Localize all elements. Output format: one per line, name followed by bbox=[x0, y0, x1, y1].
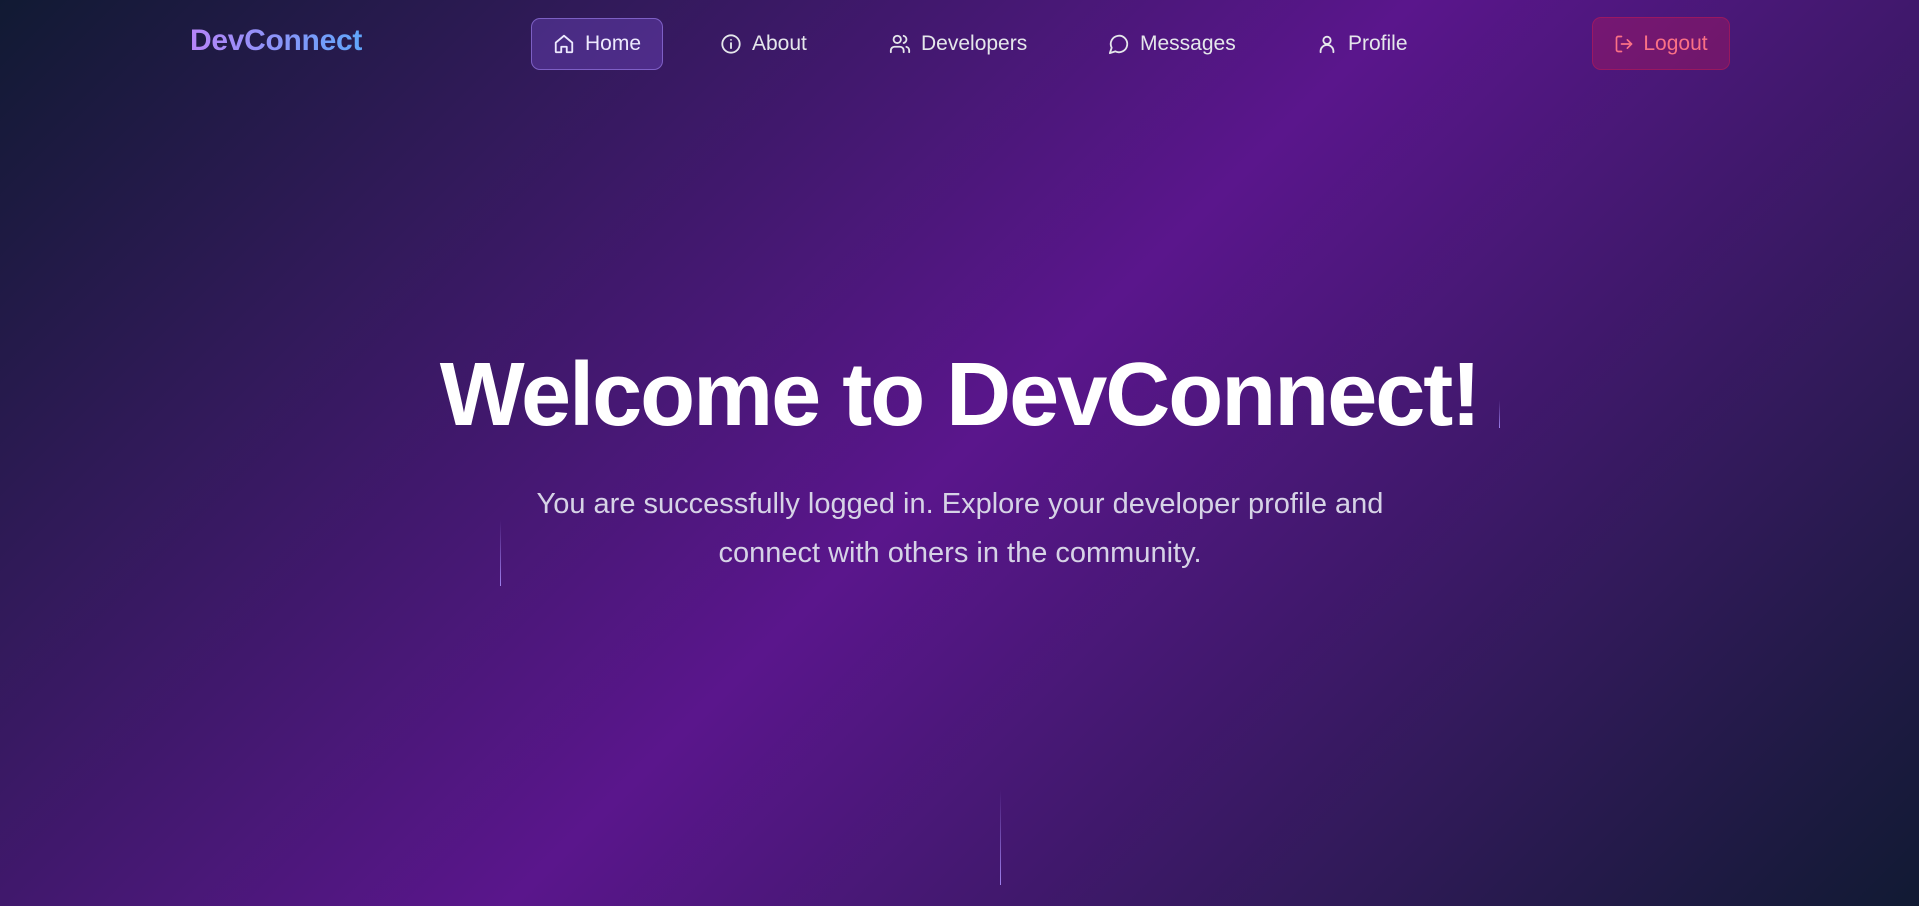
home-icon bbox=[554, 34, 574, 54]
decorative-light-streak bbox=[500, 520, 501, 586]
nav-item-label: Home bbox=[585, 32, 642, 55]
top-navbar: DevConnect Home About Developers Message… bbox=[0, 0, 1919, 86]
decorative-light-streak bbox=[1000, 790, 1001, 885]
users-icon bbox=[889, 34, 911, 54]
hero-subtitle-line: connect with others in the community. bbox=[718, 537, 1202, 569]
nav-item-home[interactable]: Home bbox=[531, 18, 664, 70]
hero-subtitle-line: You are successfully logged in. Explore … bbox=[536, 488, 1384, 520]
brand-logo[interactable]: DevConnect bbox=[190, 24, 362, 58]
nav-item-profile[interactable]: Profile bbox=[1295, 18, 1429, 70]
nav-item-about[interactable]: About bbox=[699, 18, 828, 70]
nav-item-label: Messages bbox=[1140, 32, 1236, 55]
nav-item-developers[interactable]: Developers bbox=[868, 18, 1048, 70]
decorative-light-streak bbox=[1499, 400, 1500, 428]
info-icon bbox=[721, 34, 741, 54]
nav-item-label: Developers bbox=[921, 32, 1028, 55]
logout-icon bbox=[1616, 35, 1633, 52]
nav-item-label: Profile bbox=[1348, 32, 1408, 55]
user-icon bbox=[1319, 35, 1335, 54]
logout-label: Logout bbox=[1643, 31, 1708, 55]
hero-subtitle: You are successfully logged in. Explore … bbox=[500, 480, 1420, 578]
nav-item-messages[interactable]: Messages bbox=[1087, 18, 1257, 70]
message-circle-icon bbox=[1108, 34, 1129, 55]
nav-item-label: About bbox=[752, 32, 807, 55]
hero-title: Welcome to DevConnect! bbox=[439, 345, 1482, 445]
logout-button[interactable]: Logout bbox=[1592, 17, 1730, 70]
